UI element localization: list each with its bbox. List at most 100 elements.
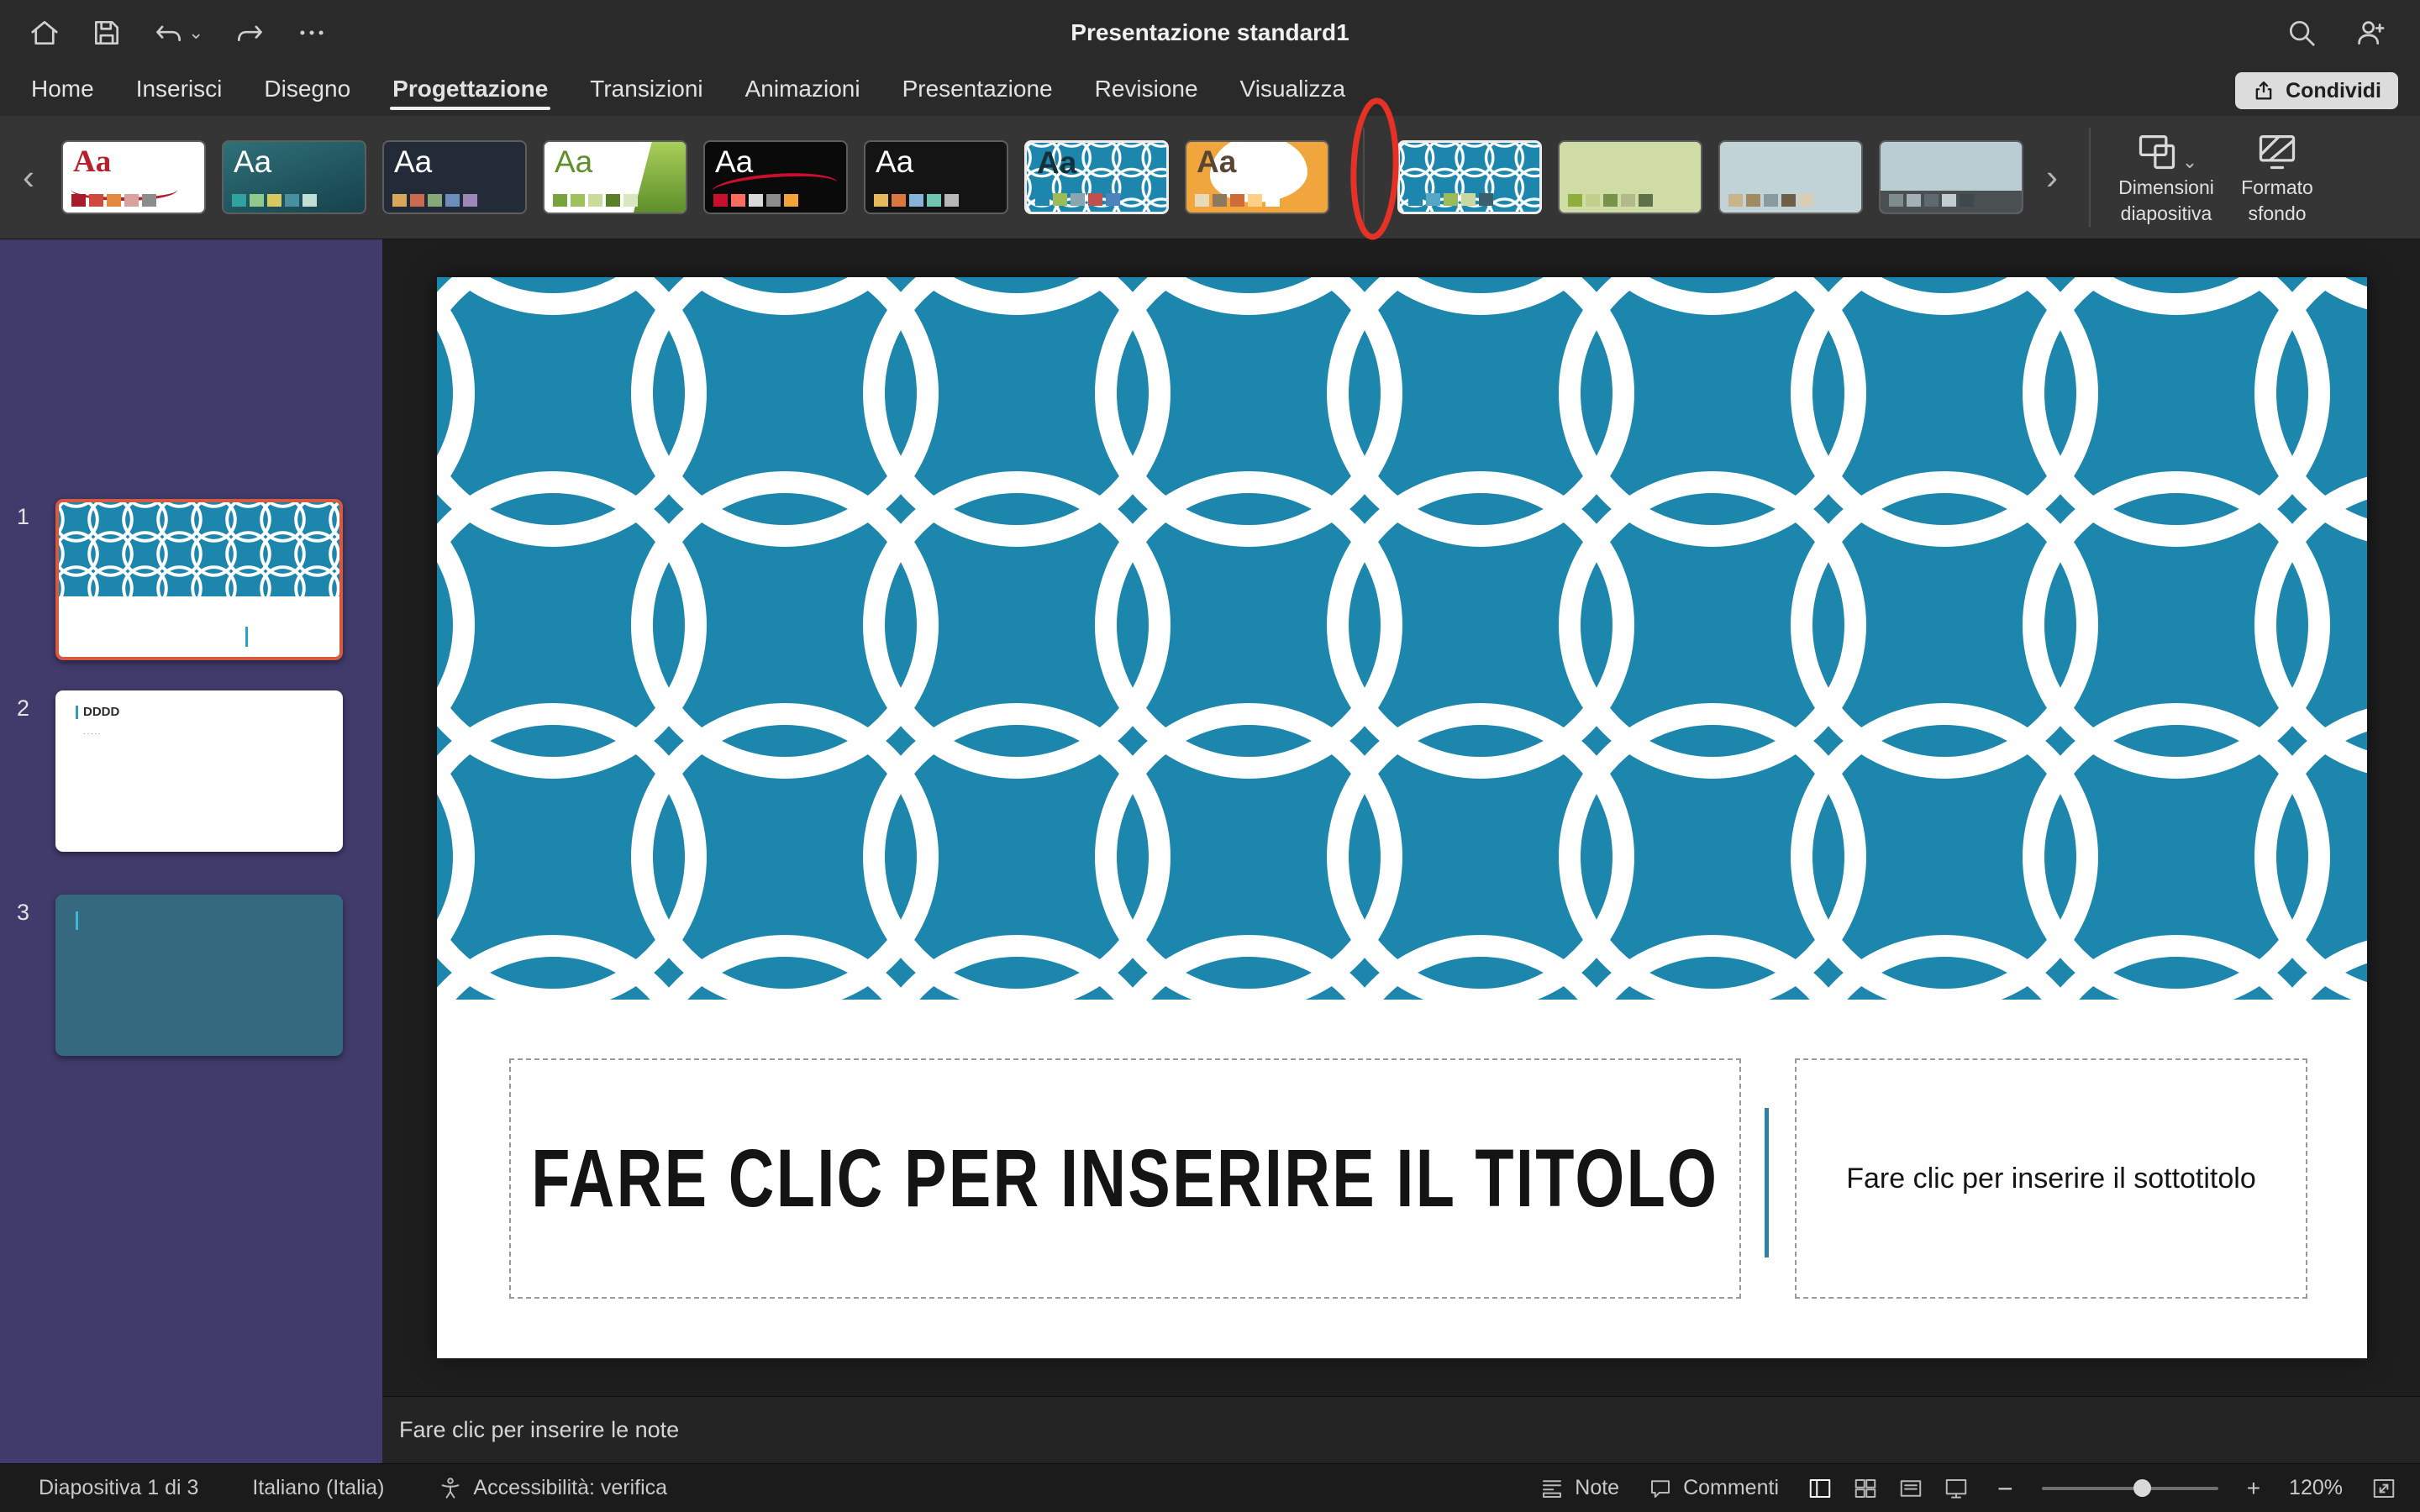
account-icon[interactable]: [2354, 17, 2386, 49]
view-reading-icon[interactable]: [1898, 1476, 1923, 1501]
redo-button[interactable]: [234, 17, 266, 49]
palette-swatch: [784, 194, 798, 207]
gallery-scroll-right-icon[interactable]: ›: [2035, 160, 2069, 194]
palette-swatch: [944, 194, 959, 207]
ribbon-tab-bar: Home Inserisci Disegno Progettazione Tra…: [0, 65, 2420, 116]
theme-preview-letters: Aa: [715, 144, 753, 181]
tab-revisione[interactable]: Revisione: [1074, 65, 1219, 116]
zoom-level[interactable]: 120%: [2289, 1476, 2343, 1500]
tab-animazioni[interactable]: Animazioni: [724, 65, 881, 116]
slide-thumbnail-1-selected[interactable]: [55, 499, 343, 660]
search-icon[interactable]: [2286, 17, 2317, 49]
palette-swatch: [1230, 194, 1244, 207]
theme-thumbnail-black[interactable]: Aa: [864, 140, 1008, 214]
palette-swatch: [1408, 193, 1423, 206]
palette-swatch: [1195, 194, 1209, 207]
variant-thumbnail-teal-selected[interactable]: [1397, 140, 1542, 214]
format-background-button[interactable]: Formato sfondo: [2222, 129, 2333, 225]
gallery-scroll-left-icon[interactable]: ‹: [12, 160, 45, 194]
notes-pane[interactable]: Fare clic per inserire le note: [382, 1396, 2420, 1463]
palette-swatch: [927, 194, 941, 207]
variant-thumbnail-green[interactable]: [1558, 140, 1702, 214]
save-icon[interactable]: [91, 17, 123, 49]
design-ribbon: ‹ Aa Aa Aa Aa Aa Aa: [0, 116, 2420, 239]
slide-thumbnail-2[interactable]: DDDD ·····: [55, 690, 343, 852]
palette-swatch: [623, 194, 638, 207]
view-sorter-icon[interactable]: [1853, 1476, 1878, 1501]
palette-swatch: [1942, 194, 1956, 207]
slide2-title-snippet: DDDD: [76, 706, 119, 719]
palette-swatch: [1586, 194, 1600, 207]
zoom-in-button[interactable]: +: [2247, 1476, 2260, 1501]
more-commands-icon[interactable]: [296, 17, 328, 49]
palette-swatch: [1568, 194, 1582, 207]
tab-transizioni[interactable]: Transizioni: [569, 65, 723, 116]
notes-toggle[interactable]: Note: [1539, 1476, 1619, 1501]
zoom-slider[interactable]: [2042, 1487, 2218, 1490]
palette-swatch: [892, 194, 906, 207]
theme-thumbnail-teal-gradient[interactable]: Aa: [222, 140, 366, 214]
home-icon[interactable]: [29, 17, 60, 49]
palette-swatch: [302, 194, 317, 207]
share-button[interactable]: Condividi: [2235, 72, 2398, 109]
theme-thumbnail-red[interactable]: Aa: [61, 140, 206, 214]
comments-toggle[interactable]: Commenti: [1648, 1476, 1779, 1501]
tab-home[interactable]: Home: [10, 65, 115, 116]
theme-thumbnail-green[interactable]: Aa: [543, 140, 687, 214]
palette-swatch: [1960, 194, 1974, 207]
palette-swatch: [410, 194, 424, 207]
language-selector[interactable]: Italiano (Italia): [252, 1476, 384, 1500]
slide-number: 3: [17, 900, 29, 926]
undo-button[interactable]: ⌄: [153, 17, 203, 49]
palette-swatch: [1799, 194, 1813, 207]
zoom-out-button[interactable]: −: [1997, 1476, 2013, 1501]
variant-thumbnail-sand[interactable]: [1718, 140, 1863, 214]
theme-preview-letters: Aa: [1197, 144, 1236, 181]
accessibility-checker[interactable]: Accessibilità: verifica: [438, 1476, 667, 1501]
palette-swatch: [1889, 194, 1903, 207]
theme-palette: [1035, 193, 1120, 206]
theme-preview-letters: Aa: [555, 144, 592, 181]
view-slideshow-icon[interactable]: [1944, 1476, 1969, 1501]
variant-palette: [1408, 193, 1493, 206]
title-placeholder-text: FARE CLIC PER INSERIRE IL TITOLO: [531, 1131, 1718, 1226]
theme-palette: [553, 194, 638, 207]
palette-swatch: [606, 194, 620, 207]
theme-thumbnail-black-red[interactable]: Aa: [703, 140, 848, 214]
palette-swatch: [445, 194, 460, 207]
variant-thumbnail-slate[interactable]: [1879, 140, 2023, 214]
theme-preview-letters: Aa: [876, 144, 913, 181]
palette-swatch: [1071, 193, 1085, 206]
palette-swatch: [713, 194, 728, 207]
slide-counter: Diapositiva 1 di 3: [39, 1476, 198, 1500]
tab-presentazione[interactable]: Presentazione: [881, 65, 1074, 116]
palette-swatch: [571, 194, 585, 207]
chevron-down-icon[interactable]: ⌄: [188, 22, 203, 44]
palette-swatch: [89, 194, 103, 207]
title-placeholder[interactable]: FARE CLIC PER INSERIRE IL TITOLO: [509, 1058, 1741, 1299]
theme-thumbnail-dark-navy[interactable]: Aa: [382, 140, 527, 214]
status-bar: Diapositiva 1 di 3 Italiano (Italia) Acc…: [0, 1463, 2420, 1512]
subtitle-placeholder[interactable]: Fare clic per inserire il sottotitolo: [1795, 1058, 2307, 1299]
tab-visualizza[interactable]: Visualizza: [1219, 65, 1367, 116]
notes-placeholder-text: Fare clic per inserire le note: [399, 1417, 679, 1443]
view-normal-icon[interactable]: [1807, 1476, 1833, 1501]
theme-decor: [634, 142, 686, 213]
theme-thumbnail-orange[interactable]: Aa: [1185, 140, 1329, 214]
tab-disegno[interactable]: Disegno: [243, 65, 371, 116]
tab-progettazione[interactable]: Progettazione: [371, 65, 569, 116]
palette-swatch: [142, 194, 156, 207]
fit-to-window-icon[interactable]: [2371, 1476, 2396, 1501]
palette-swatch: [731, 194, 745, 207]
variant-palette: [1889, 194, 1974, 207]
slide-editor-canvas: FARE CLIC PER INSERIRE IL TITOLO Fare cl…: [382, 239, 2420, 1396]
theme-thumbnail-circles-selected[interactable]: Aa: [1024, 140, 1169, 214]
zoom-slider-knob[interactable]: [2133, 1479, 2151, 1497]
slide-pattern-graphic: [437, 277, 2367, 1000]
current-slide[interactable]: FARE CLIC PER INSERIRE IL TITOLO Fare cl…: [437, 277, 2367, 1358]
palette-swatch: [267, 194, 281, 207]
slide-size-button[interactable]: ⌄ Dimensioni diapositiva: [2111, 129, 2222, 225]
tab-inserisci[interactable]: Inserisci: [115, 65, 244, 116]
palette-swatch: [874, 194, 888, 207]
slide-thumbnail-3[interactable]: [55, 895, 343, 1056]
